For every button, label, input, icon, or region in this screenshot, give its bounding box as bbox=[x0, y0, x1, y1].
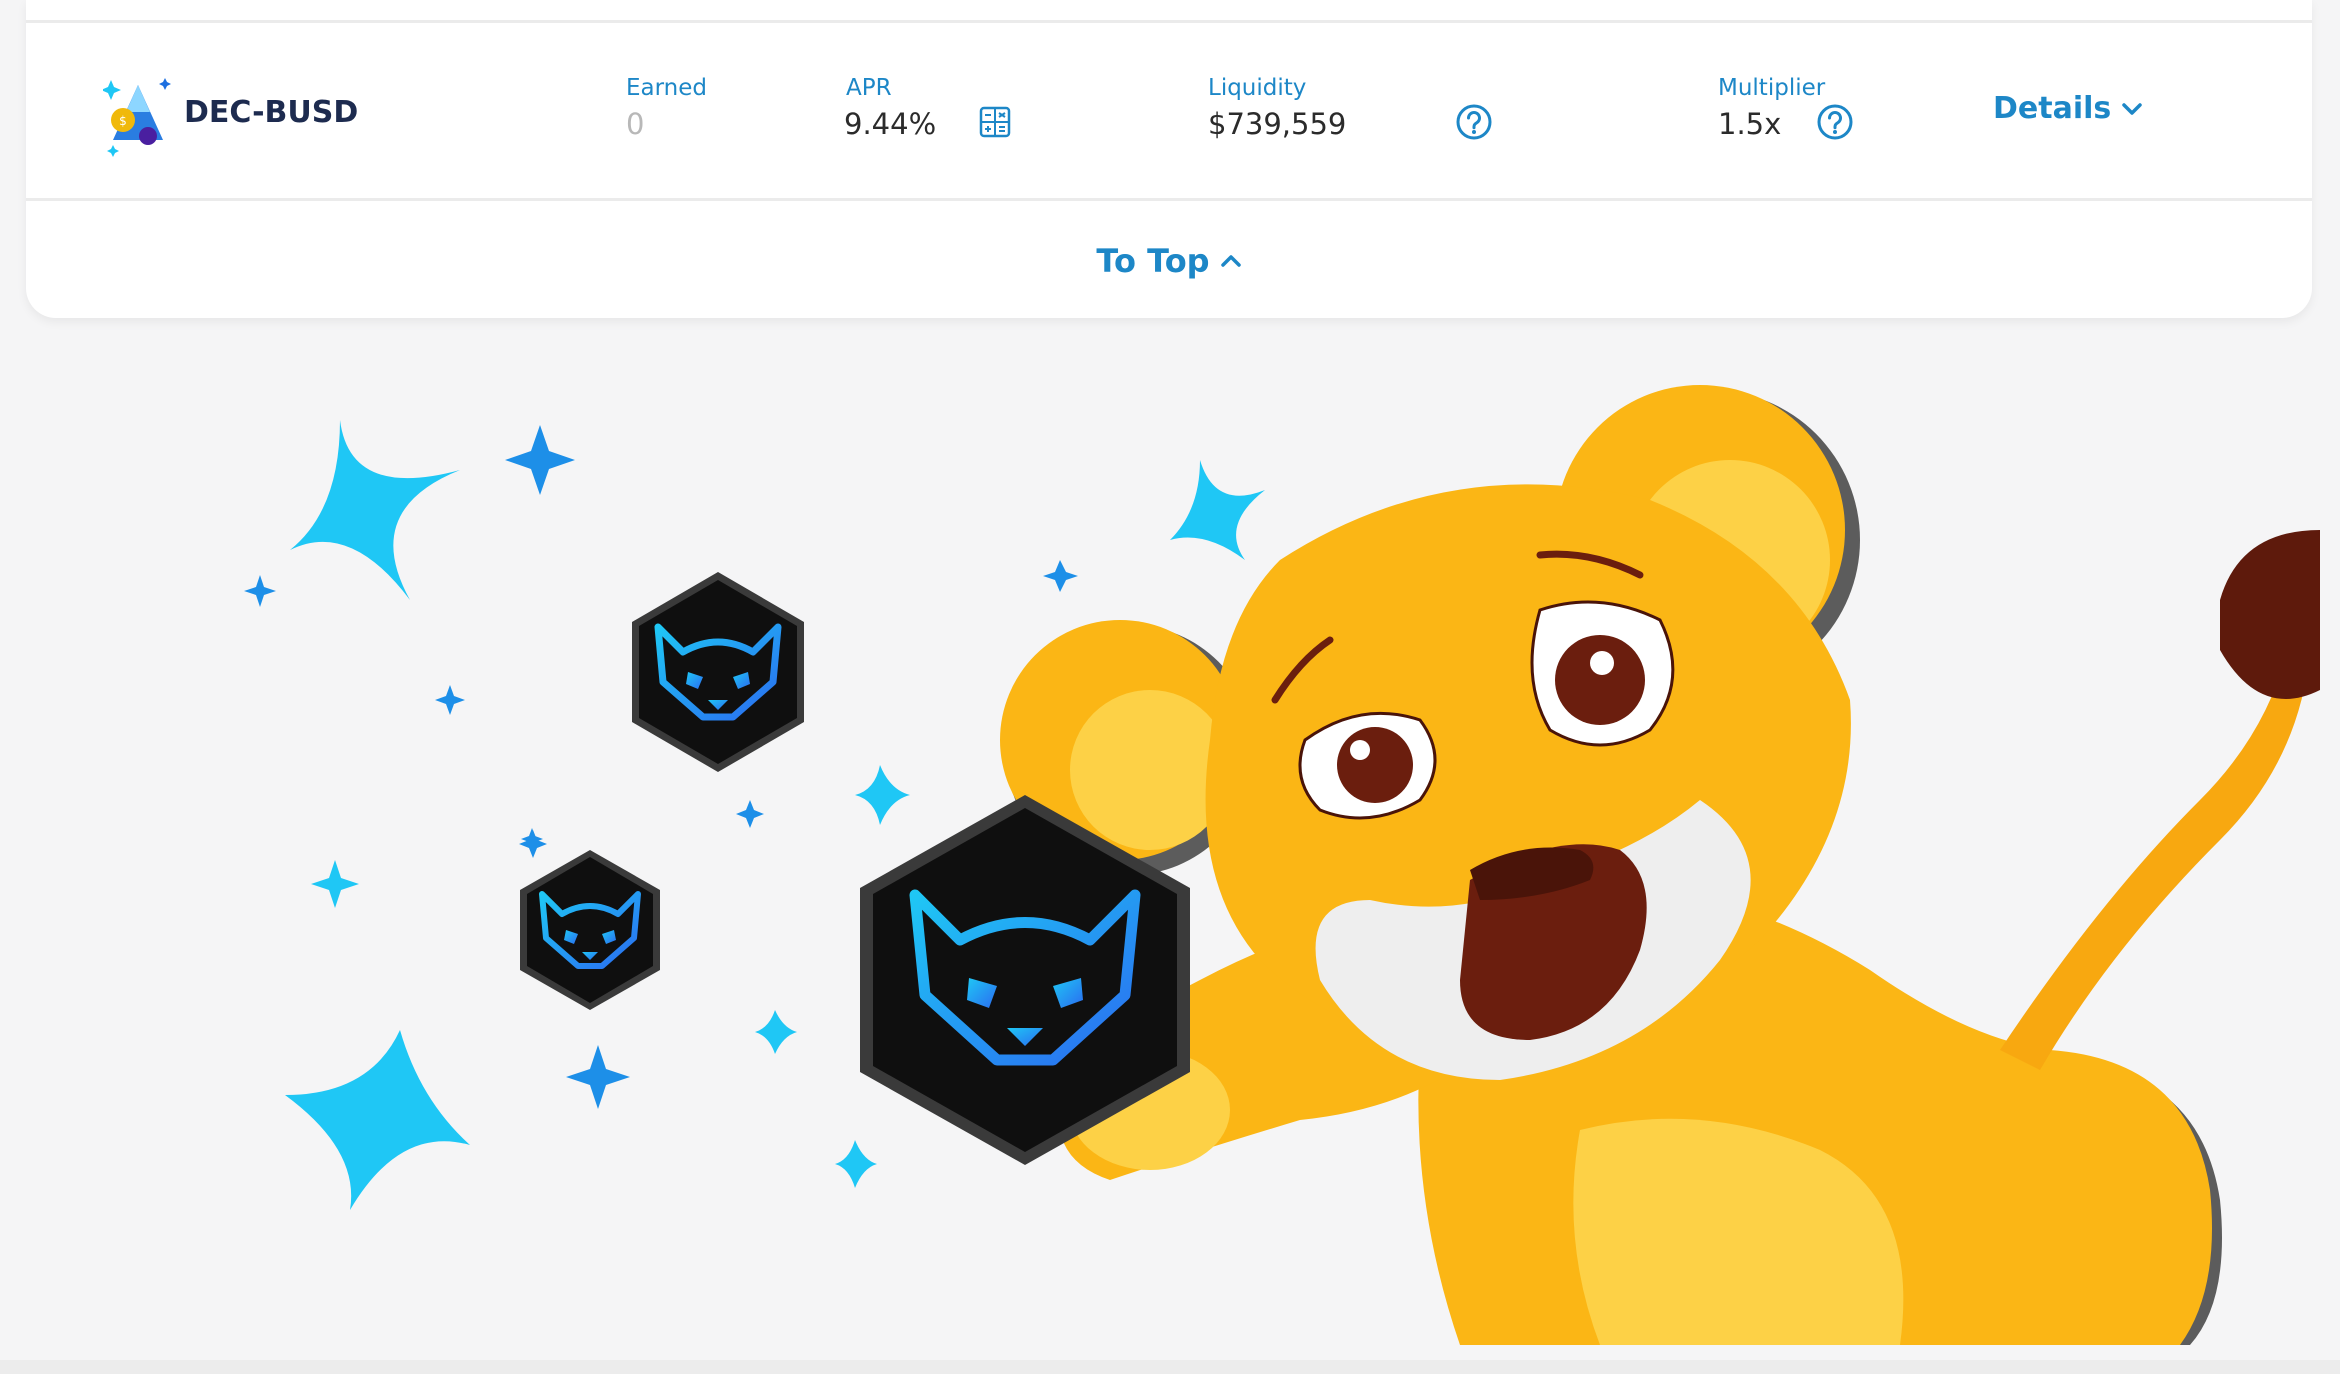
earned-label: Earned bbox=[626, 75, 708, 101]
multiplier-question-circle-icon[interactable] bbox=[1816, 103, 1854, 141]
farm-row[interactable]: $ DEC-BUSD Earned 0 APR 9.44% Liquidity … bbox=[26, 23, 2312, 198]
liquidity-label: Liquidity bbox=[1208, 75, 1307, 101]
apr-value: 9.44% bbox=[844, 107, 937, 141]
details-label: Details bbox=[1993, 91, 2112, 126]
multiplier-label: Multiplier bbox=[1718, 75, 1826, 101]
bottom-bar bbox=[0, 1360, 2340, 1374]
liquidity-value: $739,559 bbox=[1208, 107, 1347, 141]
lion-cub-with-tokens-illustration bbox=[244, 385, 2320, 1345]
row-divider bbox=[26, 198, 2312, 201]
hex-token-small bbox=[632, 572, 804, 772]
svg-text:$: $ bbox=[119, 114, 127, 128]
multiplier-value: 1.5x bbox=[1718, 107, 1782, 141]
chevron-up-icon bbox=[1220, 255, 1241, 267]
dec-busd-token-icon: $ bbox=[103, 78, 171, 157]
hex-token-tiny bbox=[520, 850, 660, 1010]
details-button[interactable]: Details bbox=[1993, 91, 2143, 126]
apr-label: APR bbox=[846, 75, 892, 101]
calculator-icon[interactable] bbox=[978, 105, 1012, 139]
pair-name: DEC-BUSD bbox=[184, 95, 359, 130]
liquidity-question-circle-icon[interactable] bbox=[1455, 103, 1493, 141]
earned-value: 0 bbox=[626, 107, 645, 141]
to-top-label: To Top bbox=[1096, 242, 1210, 280]
chevron-down-icon bbox=[2122, 102, 2143, 115]
to-top-button[interactable]: To Top bbox=[26, 242, 2312, 280]
farm-list-card: $ DEC-BUSD Earned 0 APR 9.44% Liquidity … bbox=[26, 0, 2312, 318]
